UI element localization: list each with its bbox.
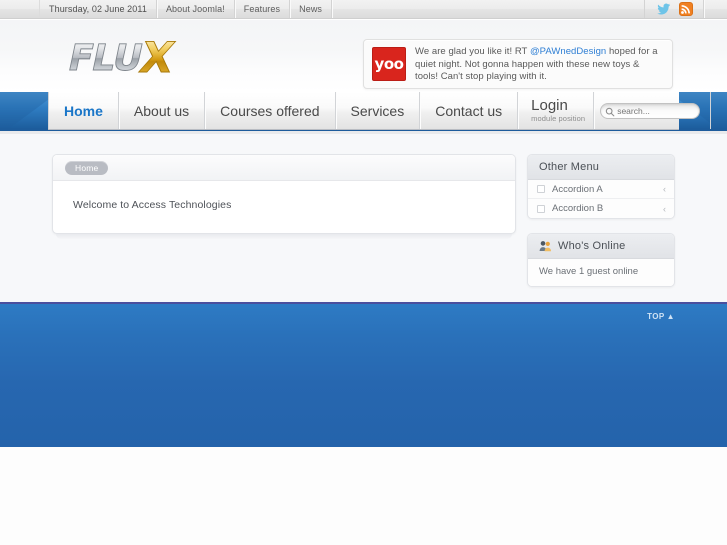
nav-item-home[interactable]: Home <box>48 92 119 129</box>
accordion-a-label: Accordion A <box>552 183 603 195</box>
top-link-label: TOP <box>647 312 665 321</box>
site-header: FLU X yoo We are glad you like it! RT @P… <box>0 20 727 92</box>
sidebar-column: Other Menu Accordion A ‹ Accordion B ‹ W… <box>527 154 675 301</box>
sidebar-item-accordion-a[interactable]: Accordion A ‹ <box>528 180 674 199</box>
sidebar-item-accordion-b[interactable]: Accordion B ‹ <box>528 199 674 218</box>
topbar-date: Thursday, 02 June 2011 <box>40 0 157 18</box>
accordion-a-checkbox-icon <box>537 185 545 193</box>
topbar-link-news[interactable]: News <box>290 0 333 18</box>
topbar-link-features[interactable]: Features <box>235 0 291 18</box>
site-logo[interactable]: FLU X <box>56 34 228 82</box>
topbar-left-spacer <box>0 0 40 18</box>
twitter-feed-text: We are glad you like it! RT @PAWnedDesig… <box>415 46 664 84</box>
search-input[interactable] <box>617 104 696 117</box>
article-bottom-shadow <box>56 234 512 239</box>
main-navigation-wrapper: Home About us Courses offered Services C… <box>0 92 727 134</box>
twitter-feed-box: yoo We are glad you like it! RT @PAWnedD… <box>363 39 673 89</box>
nav-item-about-us[interactable]: About us <box>119 92 206 129</box>
search-cell <box>594 92 712 129</box>
nav-item-services[interactable]: Services <box>336 92 421 129</box>
topbar-link-about-joomla[interactable]: About Joomla! <box>157 0 235 18</box>
breadcrumb-bar: Home <box>53 155 515 181</box>
nav-item-courses-offered[interactable]: Courses offered <box>205 92 336 129</box>
search-box[interactable] <box>600 102 701 119</box>
topbar-right-spacer <box>703 0 727 18</box>
twitter-icon[interactable] <box>657 2 671 16</box>
module-other-menu: Other Menu Accordion A ‹ Accordion B ‹ <box>527 154 675 219</box>
nav-item-login[interactable]: Login module position <box>518 92 595 129</box>
tweet-mention-link[interactable]: @PAWnedDesign <box>530 46 606 57</box>
article-panel: Home Welcome to Access Technologies <box>52 154 516 234</box>
main-body: Home Welcome to Access Technologies Othe… <box>0 134 727 302</box>
topbar-social-links <box>644 0 703 18</box>
accordion-b-label: Accordion B <box>552 203 604 214</box>
twitter-avatar: yoo <box>372 47 406 81</box>
chevron-left-icon: ‹ <box>663 203 666 214</box>
page-root: Thursday, 02 June 2011 About Joomla! Fea… <box>0 0 727 545</box>
main-navigation: Home About us Courses offered Services C… <box>48 92 712 130</box>
search-icon <box>605 107 615 116</box>
rss-icon[interactable] <box>679 2 693 16</box>
article-body: Welcome to Access Technologies <box>53 181 515 233</box>
up-arrow-icon: ▲ <box>666 312 675 321</box>
module-whos-online-title: Who's Online <box>558 240 626 252</box>
login-title: Login <box>531 97 568 114</box>
back-to-top-link[interactable]: TOP ▲ <box>647 312 675 321</box>
users-icon <box>539 240 552 252</box>
top-bar: Thursday, 02 June 2011 About Joomla! Fea… <box>0 0 727 19</box>
breadcrumb[interactable]: Home <box>65 160 109 175</box>
article-text: Welcome to Access Technologies <box>73 199 232 211</box>
whos-online-text: We have 1 guest online <box>528 259 674 286</box>
topbar-filler <box>332 0 644 18</box>
accordion-b-checkbox-icon <box>537 204 545 213</box>
site-footer: TOP ▲ <box>0 304 727 447</box>
tweet-text-before: We are glad you like it! RT <box>415 46 530 57</box>
login-module-position-label: module position <box>531 114 586 123</box>
svg-text:FLU: FLU <box>64 36 145 79</box>
module-other-menu-title: Other Menu <box>528 155 674 180</box>
nav-item-contact-us[interactable]: Contact us <box>420 92 519 129</box>
content-column: Home Welcome to Access Technologies <box>52 154 516 239</box>
module-whos-online-header: Who's Online <box>528 234 674 259</box>
page-bottom-area <box>0 447 727 545</box>
module-whos-online: Who's Online We have 1 guest online <box>527 233 675 287</box>
chevron-left-icon: ‹ <box>663 184 666 194</box>
